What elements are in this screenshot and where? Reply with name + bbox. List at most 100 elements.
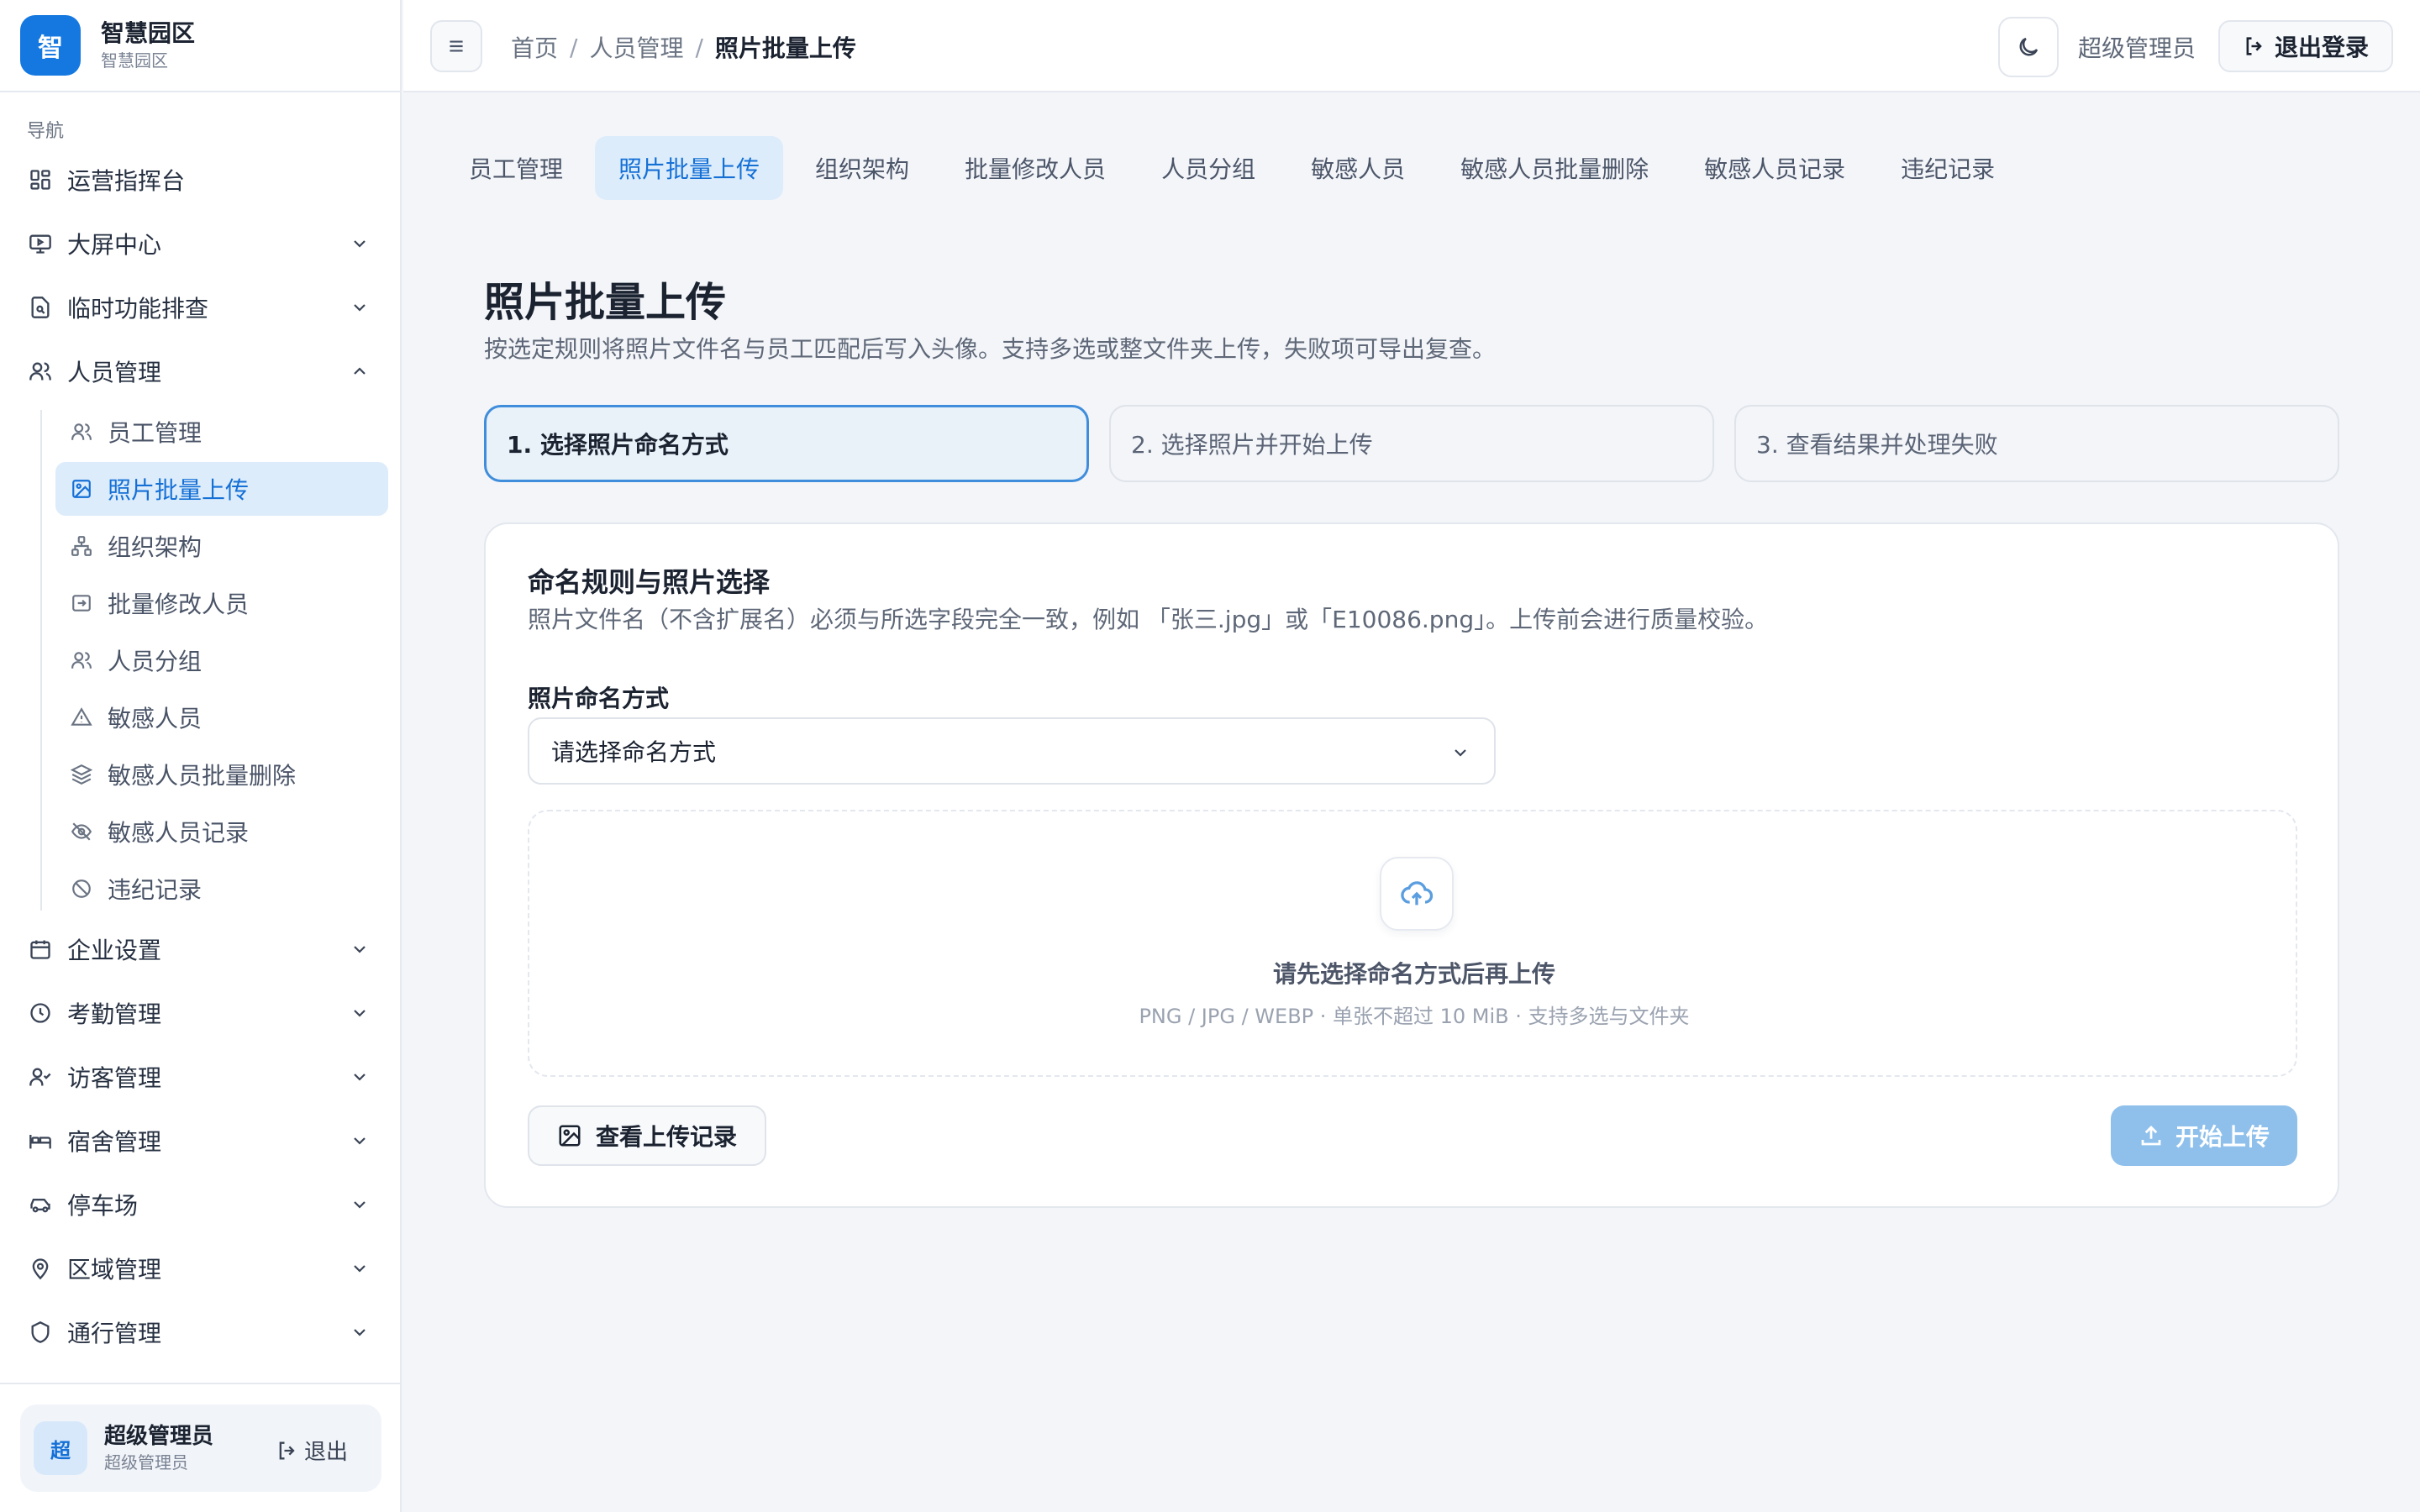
sidebar: 智 智慧园区 智慧园区 导航 运营指挥台 大屏中心 临时功能排查 人员管理 员工… — [0, 0, 402, 1512]
brand-title: 智慧园区 — [101, 19, 196, 47]
tab-groups[interactable]: 人员分组 — [1138, 136, 1279, 200]
sidebar-item-label: 企业设置 — [67, 937, 162, 964]
theme-toggle-button[interactable] — [1998, 17, 2059, 77]
step-1[interactable]: 1. 选择照片命名方式 — [484, 405, 1089, 482]
view-records-button[interactable]: 查看上传记录 — [528, 1105, 766, 1166]
car-icon — [27, 1191, 54, 1218]
sidebar-subitem-sensitive-batch-delete[interactable]: 敏感人员批量删除 — [55, 748, 388, 801]
sidebar-subitem-label: 组织架构 — [108, 533, 203, 561]
sidebar-subitem-violations[interactable]: 违纪记录 — [55, 862, 388, 916]
tab-photo-upload[interactable]: 照片批量上传 — [595, 136, 784, 200]
tab-org[interactable]: 组织架构 — [792, 136, 933, 200]
sidebar-item-label: 大屏中心 — [67, 231, 162, 259]
sidebar-item-dashboard[interactable]: 运营指挥台 — [0, 153, 402, 207]
tab-sensitive[interactable]: 敏感人员 — [1287, 136, 1428, 200]
bed-icon — [27, 1127, 54, 1154]
sidebar-logout-button[interactable]: 退出 — [276, 1435, 348, 1466]
dropzone-hint: PNG / JPG / WEBP · 单张不超过 10 MiB · 支持多选与文… — [1139, 1005, 1690, 1028]
sidebar-subitem-photo-upload[interactable]: 照片批量上传 — [55, 462, 388, 516]
start-upload-button[interactable]: 开始上传 — [2111, 1105, 2297, 1166]
upload-cloud-icon — [1380, 857, 1454, 931]
sidebar-divider — [0, 1383, 402, 1384]
upload-dropzone[interactable]: 请先选择命名方式后再上传 PNG / JPG / WEBP · 单张不超过 10… — [528, 810, 2297, 1077]
logout-button[interactable]: 退出登录 — [2218, 20, 2393, 72]
sidebar-item-label: 人员管理 — [67, 359, 162, 386]
tab-sensitive-batch-delete[interactable]: 敏感人员批量删除 — [1437, 136, 1672, 200]
users-icon — [27, 358, 54, 385]
sidebar-subitem-label: 人员分组 — [108, 648, 203, 675]
chevron-down-icon — [354, 1201, 366, 1209]
sidebar-item-visitors[interactable]: 访客管理 — [0, 1050, 402, 1104]
chevron-down-icon — [354, 946, 366, 953]
upload-card: 命名规则与照片选择 照片文件名（不含扩展名）必须与所选字段完全一致，例如 「张三… — [484, 522, 2339, 1208]
sidebar-item-parking[interactable]: 停车场 — [0, 1178, 402, 1231]
sidebar-item-label: 通行管理 — [67, 1320, 162, 1347]
tab-employees[interactable]: 员工管理 — [445, 136, 587, 200]
sidebar-subitem-label: 批量修改人员 — [108, 591, 250, 618]
sidebar-item-screen-center[interactable]: 大屏中心 — [0, 217, 402, 270]
sidebar-item-attendance[interactable]: 考勤管理 — [0, 986, 402, 1040]
naming-method-placeholder: 请选择命名方式 — [551, 738, 717, 766]
chevron-down-icon — [1455, 749, 1466, 757]
brand: 智 智慧园区 智慧园区 — [0, 0, 400, 92]
sidebar-item-label: 宿舍管理 — [67, 1128, 162, 1156]
user-check-icon — [27, 1063, 54, 1090]
sidebar-subitem-batch-edit[interactable]: 批量修改人员 — [55, 576, 388, 630]
sidebar-subitem-label: 员工管理 — [108, 419, 203, 447]
file-search-icon — [27, 294, 54, 321]
shield-icon — [27, 1319, 54, 1346]
sidebar-subitem-label: 敏感人员记录 — [108, 819, 250, 847]
top-header: 首页 / 人员管理 / 照片批量上传 超级管理员 退出登录 — [403, 0, 2420, 92]
step-2[interactable]: 2. 选择照片并开始上传 — [1109, 405, 1714, 482]
menu-toggle-button[interactable] — [430, 20, 482, 72]
step-3[interactable]: 3. 查看结果并处理失败 — [1734, 405, 2339, 482]
logout-icon — [2246, 37, 2262, 55]
chevron-down-icon — [354, 1329, 366, 1336]
users-icon — [69, 419, 94, 444]
org-chart-icon — [69, 533, 94, 559]
dropzone-title: 请先选择命名方式后再上传 — [1272, 960, 1555, 988]
menu-icon — [450, 40, 463, 52]
clock-icon — [27, 1000, 54, 1026]
start-upload-label: 开始上传 — [2175, 1123, 2270, 1151]
sidebar-subitem-label: 照片批量上传 — [108, 476, 250, 504]
sidebar-subitem-sensitive[interactable]: 敏感人员 — [55, 690, 388, 744]
sidebar-item-label: 运营指挥台 — [67, 167, 186, 195]
breadcrumb-item-home[interactable]: 首页 — [511, 30, 558, 64]
sidebar-item-dormitory[interactable]: 宿舍管理 — [0, 1114, 402, 1168]
user-edit-icon — [69, 591, 94, 616]
sidebar-item-enterprise[interactable]: 企业设置 — [0, 922, 402, 976]
sidebar-logout-label: 退出 — [303, 1440, 348, 1465]
sidebar-subitem-sensitive-records[interactable]: 敏感人员记录 — [55, 805, 388, 858]
user-name: 超级管理员 — [104, 1424, 214, 1449]
sidebar-item-access[interactable]: 通行管理 — [0, 1305, 402, 1359]
tab-batch-edit[interactable]: 批量修改人员 — [941, 136, 1129, 200]
breadcrumb-item-personnel[interactable]: 人员管理 — [589, 30, 683, 64]
chevron-down-icon — [354, 240, 366, 248]
brand-logo: 智 — [20, 15, 81, 76]
sidebar-item-label: 区域管理 — [67, 1256, 162, 1284]
sidebar-item-personnel[interactable]: 人员管理 — [0, 344, 402, 398]
chevron-down-icon — [354, 1074, 366, 1081]
ban-icon — [69, 876, 94, 901]
page-description: 按选定规则将照片文件名与员工匹配后写入头像。支持多选或整文件夹上传，失败项可导出… — [484, 335, 1497, 363]
sidebar-subitem-groups[interactable]: 人员分组 — [55, 633, 388, 687]
calendar-icon — [27, 936, 54, 963]
nav-caption: 导航 — [27, 121, 65, 142]
sidebar-subitem-label: 违纪记录 — [108, 876, 203, 904]
sidebar-subitem-org[interactable]: 组织架构 — [55, 519, 388, 573]
sidebar-item-areas[interactable]: 区域管理 — [0, 1242, 402, 1295]
page-tabs: 员工管理 照片批量上传 组织架构 批量修改人员 人员分组 敏感人员 敏感人员批量… — [445, 136, 2027, 200]
monitor-icon — [27, 230, 54, 257]
breadcrumb-separator: / — [695, 33, 703, 61]
upload-icon — [2141, 1126, 2161, 1146]
moon-icon — [2019, 37, 2039, 56]
sidebar-item-temp-check[interactable]: 临时功能排查 — [0, 281, 402, 334]
chevron-down-icon — [354, 1010, 366, 1017]
sidebar-item-label: 访客管理 — [67, 1064, 162, 1092]
sidebar-subitem-employees[interactable]: 员工管理 — [55, 405, 388, 459]
tab-violations[interactable]: 违纪记录 — [1877, 136, 2018, 200]
tab-sensitive-records[interactable]: 敏感人员记录 — [1681, 136, 1869, 200]
view-records-label: 查看上传记录 — [595, 1123, 737, 1151]
naming-method-select[interactable]: 请选择命名方式 — [528, 717, 1496, 785]
